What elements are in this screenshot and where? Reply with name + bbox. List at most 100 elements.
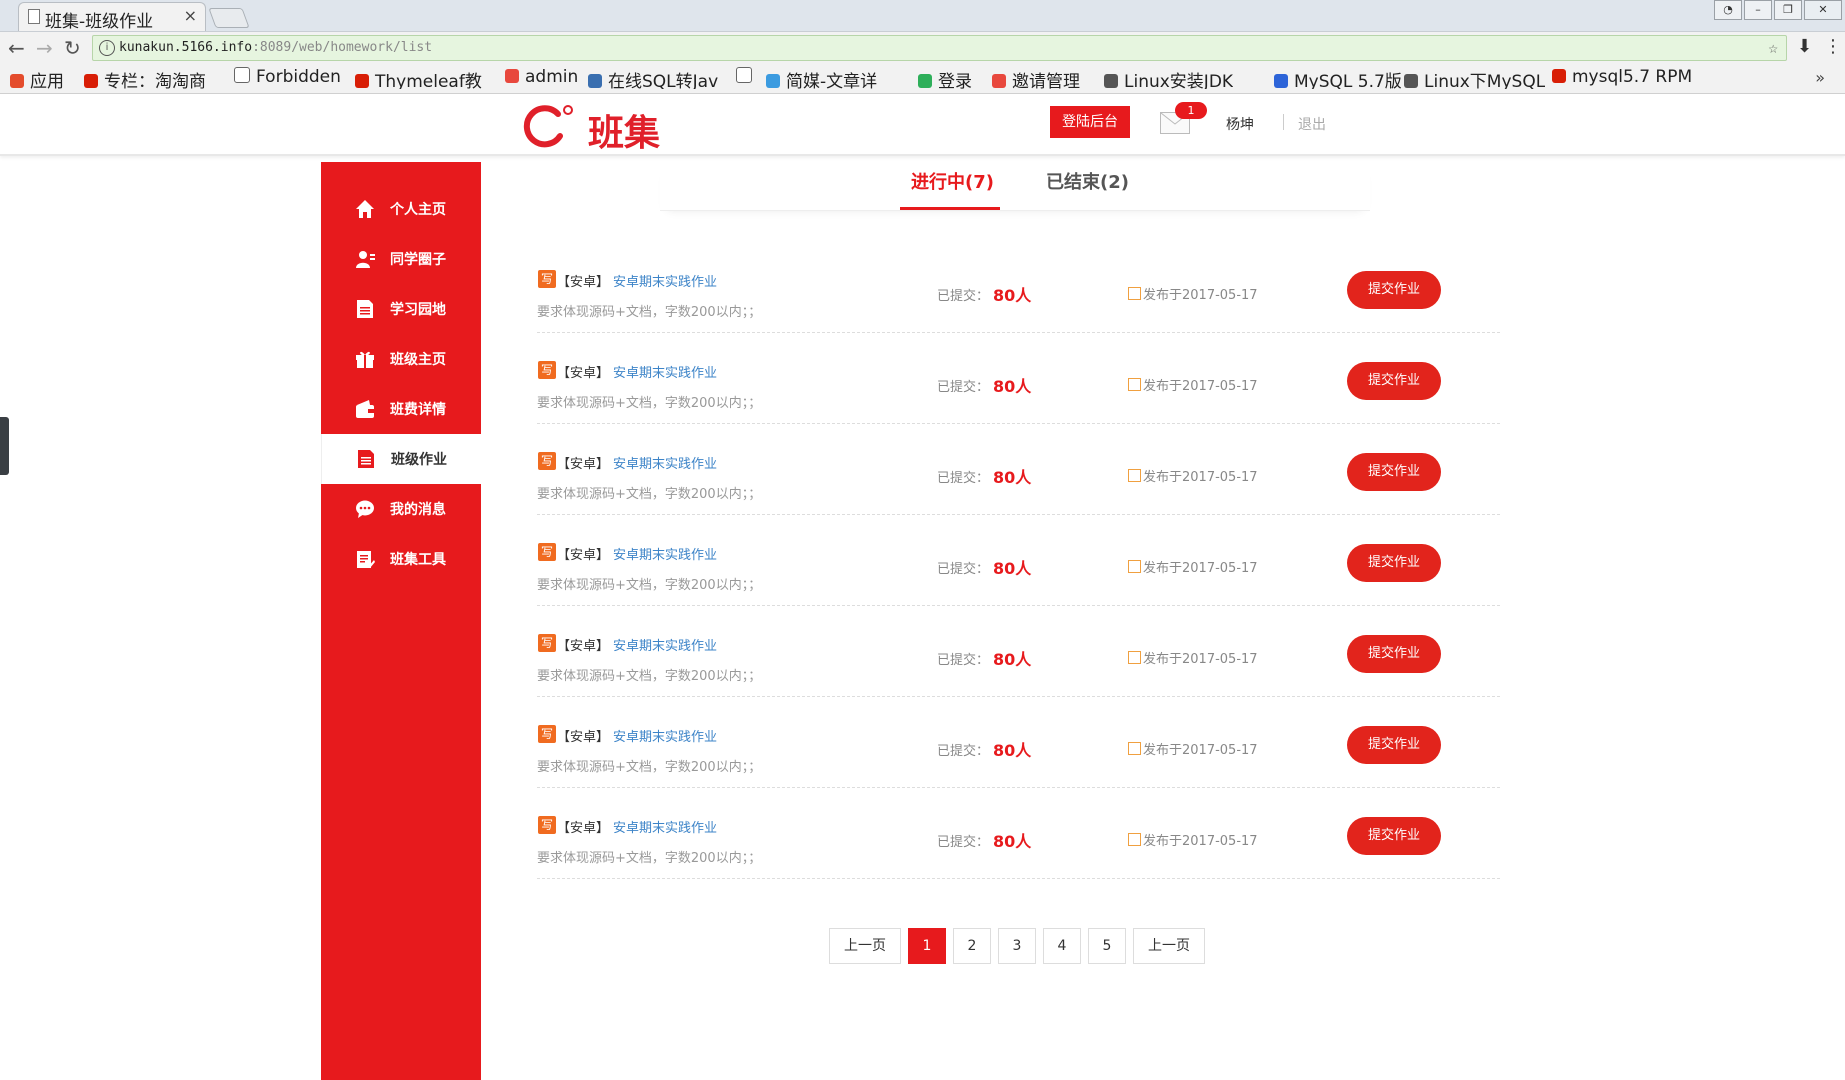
submitted-count: 80人 — [993, 741, 1032, 760]
submitted-label: 已提交： — [937, 562, 990, 577]
submit-homework-button[interactable]: 提交作业 — [1347, 453, 1441, 491]
bookmark-item[interactable]: Thymeleaf教 — [355, 67, 482, 89]
sidebar-item[interactable]: 班集工具 — [321, 534, 481, 584]
page-button[interactable]: 5 — [1088, 928, 1126, 964]
submit-homework-button[interactable]: 提交作业 — [1347, 817, 1441, 855]
homework-description: 要求体现源码+文档，字数200以内；； — [537, 487, 762, 502]
bookmark-item[interactable]: 简媒-文章详 — [766, 67, 877, 89]
tab-title: 班集-班级作业 — [45, 12, 154, 32]
admin-icon — [992, 74, 1006, 88]
homework-title-link[interactable]: 安卓期末实践作业 — [613, 271, 717, 290]
sidebar-item[interactable]: 班级作业 — [321, 434, 482, 484]
submit-homework-button[interactable]: 提交作业 — [1347, 271, 1441, 309]
forward-icon[interactable]: → — [36, 36, 53, 60]
browser-titlebar: 班集-班级作业 × ◔ – ❐ ✕ — [0, 0, 1845, 32]
homework-tag: 【安卓】 — [557, 457, 610, 472]
download-icon[interactable]: ⬇ — [1797, 36, 1812, 57]
tools-icon — [354, 548, 376, 570]
bookmark-label: Linux安装JDK — [1124, 72, 1234, 89]
publish-date-text: 发布于2017-05-17 — [1143, 470, 1258, 485]
url-path: :8089/web/homework/list — [252, 40, 433, 55]
menu-icon[interactable]: ⋮ — [1824, 36, 1842, 57]
submit-homework-button[interactable]: 提交作业 — [1347, 544, 1441, 582]
document-icon — [354, 298, 376, 320]
bookmark-label: 简媒-文章详 — [786, 72, 878, 89]
sidebar-item[interactable]: 班费详情 — [321, 384, 481, 434]
publish-date: 发布于2017-05-17 — [1128, 466, 1258, 485]
homework-title-link[interactable]: 安卓期末实践作业 — [613, 453, 717, 472]
minimize-icon[interactable]: – — [1744, 0, 1772, 20]
site-header: 班集 登陆后台 1 杨坤 退出 — [0, 94, 1845, 156]
site-logo[interactable]: 班集 — [518, 100, 668, 154]
bookmark-item[interactable]: 在线SQL转Jav — [588, 67, 718, 89]
next-page-button[interactable]: 上一页 — [1133, 928, 1205, 964]
mail-count-badge: 1 — [1175, 102, 1207, 119]
page-icon — [28, 9, 40, 24]
sidebar-item[interactable]: 同学圈子 — [321, 234, 481, 284]
bookmark-item[interactable]: MySQL 5.7版 — [1274, 67, 1402, 89]
tab-ended[interactable]: 已结束(2) — [1046, 168, 1129, 194]
username[interactable]: 杨坤 — [1226, 114, 1254, 134]
submitted-count: 80人 — [993, 559, 1032, 578]
reload-icon[interactable]: ↻ — [64, 36, 81, 60]
submit-homework-button[interactable]: 提交作业 — [1347, 635, 1441, 673]
info-icon[interactable]: i — [99, 40, 115, 56]
submit-homework-button[interactable]: 提交作业 — [1347, 362, 1441, 400]
page-button[interactable]: 1 — [908, 928, 946, 964]
tab-in-progress[interactable]: 进行中(7) — [911, 168, 994, 194]
page-button[interactable]: 4 — [1043, 928, 1081, 964]
sidebar-item[interactable]: 个人主页 — [321, 184, 481, 234]
homework-tabs: 进行中(7) 已结束(2) — [660, 162, 1370, 211]
calendar-icon — [1128, 378, 1141, 391]
bookmark-label: Forbidden — [256, 67, 341, 87]
apps-grid-icon — [10, 74, 24, 88]
profile-icon[interactable]: ◔ — [1714, 0, 1742, 20]
sidebar-item[interactable]: 我的消息 — [321, 484, 481, 534]
sidebar-item[interactable]: 学习园地 — [321, 284, 481, 334]
divider — [1283, 114, 1284, 130]
homework-description: 要求体现源码+文档，字数200以内；； — [537, 396, 762, 411]
publish-date-text: 发布于2017-05-17 — [1143, 652, 1258, 667]
login-icon — [918, 74, 932, 88]
back-icon[interactable]: ← — [8, 36, 25, 60]
bookmark-item[interactable]: Linux安装JDK — [1104, 67, 1233, 89]
admin-login-button[interactable]: 登陆后台 — [1050, 106, 1130, 138]
homework-title-link[interactable]: 安卓期末实践作业 — [613, 817, 717, 836]
publish-date: 发布于2017-05-17 — [1128, 739, 1258, 758]
homework-row: 写【安卓】 安卓期末实践作业 要求体现源码+文档，字数200以内；； 已提交： 80人 发… — [537, 333, 1500, 424]
new-tab-button[interactable] — [208, 8, 250, 28]
page-button[interactable]: 3 — [998, 928, 1036, 964]
bookmark-item[interactable]: Forbidden — [234, 67, 341, 89]
sidebar-item[interactable]: 班级主页 — [321, 334, 481, 384]
restore-icon[interactable]: ❐ — [1774, 0, 1802, 20]
calendar-icon — [1128, 833, 1141, 846]
submit-homework-button[interactable]: 提交作业 — [1347, 726, 1441, 764]
bookmark-item[interactable]: 应用 — [10, 67, 64, 89]
address-bar[interactable]: i kunakun.5166.info:8089/web/homework/li… — [92, 35, 1787, 61]
bookmark-item[interactable]: Linux下MySQL — [1404, 67, 1545, 89]
bookmark-label: 邀请管理 — [1012, 72, 1080, 89]
logout-link[interactable]: 退出 — [1298, 114, 1326, 134]
more-bookmarks-icon[interactable]: » — [1815, 68, 1825, 87]
homework-title-link[interactable]: 安卓期末实践作业 — [613, 635, 717, 654]
homework-description: 要求体现源码+文档，字数200以内；； — [537, 305, 762, 320]
bookmark-item[interactable]: 邀请管理 — [992, 67, 1080, 89]
close-window-icon[interactable]: ✕ — [1804, 0, 1842, 20]
sidebar-item-label: 班级主页 — [390, 352, 446, 368]
prev-page-button[interactable]: 上一页 — [829, 928, 901, 964]
browser-tab[interactable]: 班集-班级作业 × — [18, 2, 206, 32]
bookmark-item[interactable]: 专栏：淘淘商 — [84, 67, 206, 89]
bookmark-star-icon[interactable]: ☆ — [1768, 36, 1778, 60]
side-grip-handle[interactable] — [0, 417, 9, 475]
submitted-label: 已提交： — [937, 471, 990, 486]
homework-title-link[interactable]: 安卓期末实践作业 — [613, 544, 717, 563]
page-button[interactable]: 2 — [953, 928, 991, 964]
bookmark-item[interactable]: admin — [505, 67, 578, 89]
bookmark-item[interactable] — [736, 67, 758, 89]
homework-row: 写【安卓】 安卓期末实践作业 要求体现源码+文档，字数200以内；； 已提交： 80人 发… — [537, 788, 1500, 879]
homework-title-link[interactable]: 安卓期末实践作业 — [613, 726, 717, 745]
bookmark-item[interactable]: 登录 — [918, 67, 972, 89]
tab-close-button[interactable]: × — [184, 6, 197, 25]
homework-title-link[interactable]: 安卓期末实践作业 — [613, 362, 717, 381]
bookmark-item[interactable]: mysql5.7 RPM — [1552, 67, 1692, 89]
